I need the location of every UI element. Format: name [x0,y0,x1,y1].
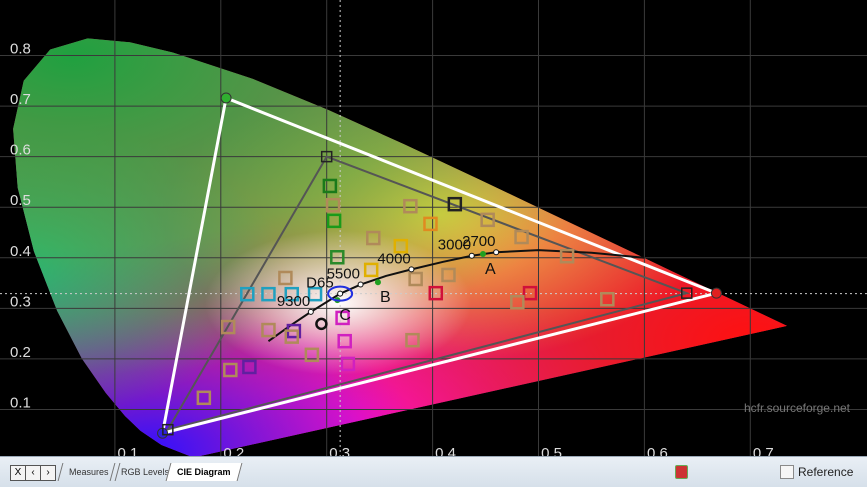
measured-green-primary [220,92,232,104]
cie-diagram: 0.1 0.2 0.3 0.4 0.5 0.6 0.7 0.1 0.2 0.3 0.4 0.5 0.6 0… [0,0,867,462]
x-tick-label: 0.7 [753,445,774,456]
y-tick-label: 0.3 [10,293,31,310]
y-tick-label: 0.6 [10,142,31,159]
y-tick-label: 0.7 [10,91,31,108]
y-tick-label: 0.8 [10,41,31,58]
illuminant-label: B [380,289,391,306]
x-tick-label: 0.6 [647,445,668,456]
cie-chart-svg: 0.1 0.2 0.3 0.4 0.5 0.6 0.70.10.20.30.40.50.60… [0,0,867,462]
color-temp-label: 9300 [277,293,310,310]
tab-cie-diagram[interactable]: CIE Diagram [165,463,242,481]
y-tick-label: 0.1 [10,394,31,411]
illuminant-point [374,279,381,286]
color-temp-point [468,252,475,259]
next-tab-button[interactable]: › [40,465,56,481]
color-temp-point [357,281,364,288]
x-tick-label: 0.2 [223,445,244,456]
gradient-layer [13,38,788,458]
horseshoe-fill [13,38,788,458]
y-tick-label: 0.2 [10,344,31,361]
illuminant-label: C [339,307,351,324]
close-tab-button[interactable]: X [10,465,26,481]
color-temp-point [337,290,344,297]
status-icon [675,465,688,479]
measured-red-primary [710,287,722,299]
x-tick-label: 0.5 [541,445,562,456]
checkbox-box[interactable] [780,465,794,479]
bottom-tab-bar: X ‹ › Measures RGB Levels CIE Diagram Re… [0,456,867,487]
watermark: hcfr.sourceforge.net [744,401,851,415]
prev-tab-button[interactable]: ‹ [25,465,41,481]
color-temp-point [307,308,314,315]
x-tick-label: 0.1 [117,445,138,456]
illuminant-label: A [485,261,496,278]
color-temp-label: 4000 [377,250,410,267]
color-temp-point [408,266,415,273]
color-temp-label: 5500 [327,266,360,283]
y-tick-label: 0.5 [10,192,31,209]
illuminant-point [480,251,487,258]
reference-checkbox[interactable]: Reference [780,465,853,479]
color-temp-label: 2700 [462,233,495,250]
y-tick-label: 0.4 [10,243,31,260]
x-tick-label: 0.4 [435,445,456,456]
color-temp-point [493,249,500,256]
